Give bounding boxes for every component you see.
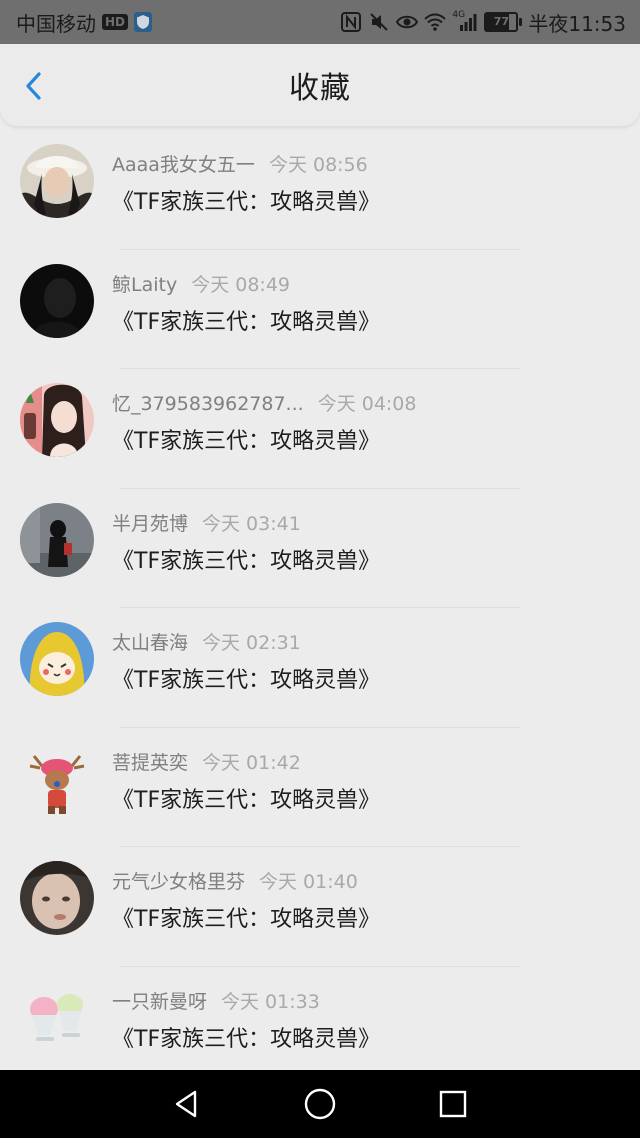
list-item[interactable]: 元气少女格里芬 今天 01:40 《TF家族三代：攻略灵兽》 <box>0 847 640 967</box>
list-item[interactable]: 太山春海 今天 02:31 《TF家族三代：攻略灵兽》 <box>0 608 640 728</box>
screen: 中国移动 HD 4G 77 半夜11:53 收藏 Aaaa我女女五一 今天 08… <box>0 0 640 1138</box>
item-title[interactable]: 《TF家族三代：攻略灵兽》 <box>112 543 380 575</box>
avatar[interactable] <box>20 980 94 1055</box>
back-button[interactable] <box>18 70 50 102</box>
item-meta: 鲸Laity 今天 08:49 <box>112 270 290 297</box>
nav-home-button[interactable] <box>300 1084 340 1124</box>
status-bar: 中国移动 HD 4G 77 半夜11:53 <box>0 0 640 44</box>
username[interactable]: 忆_379583962787... <box>112 393 304 415</box>
avatar[interactable] <box>20 383 94 457</box>
item-title[interactable]: 《TF家族三代：攻略灵兽》 <box>112 304 380 336</box>
shield-icon <box>134 12 153 32</box>
username[interactable]: Aaaa我女女五一 <box>112 154 255 176</box>
item-meta: Aaaa我女女五一 今天 08:56 <box>112 150 368 177</box>
circle-home-icon <box>304 1088 336 1120</box>
nav-header: 收藏 <box>0 44 640 126</box>
list-item[interactable]: 半月苑博 今天 03:41 《TF家族三代：攻略灵兽》 <box>0 489 640 608</box>
item-meta: 一只新曼呀 今天 01:33 <box>112 987 320 1014</box>
timestamp: 今天 01:40 <box>259 871 358 893</box>
item-title[interactable]: 《TF家族三代：攻略灵兽》 <box>112 782 380 814</box>
list-item[interactable]: 鲸Laity 今天 08:49 《TF家族三代：攻略灵兽》 <box>0 250 640 369</box>
avatar[interactable] <box>20 622 94 696</box>
timestamp: 今天 01:42 <box>202 751 301 774</box>
clock: 半夜11:53 <box>528 11 626 36</box>
username[interactable]: 鲸Laity <box>112 274 177 296</box>
chevron-left-icon <box>26 72 41 100</box>
hd-badge: HD <box>102 14 129 30</box>
timestamp: 今天 08:56 <box>268 154 368 176</box>
carrier-label: 中国移动 <box>16 11 96 36</box>
list-item[interactable]: 一只新曼呀 今天 01:33 《TF家族三代：攻略灵兽》 <box>0 967 640 1087</box>
username[interactable]: 太山春海 <box>112 632 188 654</box>
mute-icon <box>370 13 389 31</box>
timestamp: 今天 08:49 <box>191 273 290 296</box>
avatar[interactable] <box>20 263 94 338</box>
list-item[interactable]: 菩提英奕 今天 01:42 《TF家族三代：攻略灵兽》 <box>0 728 640 847</box>
item-title[interactable]: 《TF家族三代：攻略灵兽》 <box>112 901 380 933</box>
battery-icon: 77 <box>484 12 523 32</box>
item-meta: 太山春海 今天 02:31 <box>112 628 301 655</box>
item-meta: 菩提英奕 今天 01:42 <box>112 748 301 775</box>
avatar[interactable] <box>20 144 94 218</box>
timestamp: 今天 01:33 <box>221 990 320 1013</box>
timestamp: 今天 02:31 <box>202 632 301 654</box>
favorites-list: Aaaa我女女五一 今天 08:56 《TF家族三代：攻略灵兽》 鲸Laity 今天… <box>0 130 640 1086</box>
page-title: 收藏 <box>289 71 351 106</box>
battery-level: 77 <box>484 12 519 32</box>
timestamp: 今天 04:08 <box>317 393 417 415</box>
item-title[interactable]: 《TF家族三代：攻略灵兽》 <box>112 662 380 694</box>
item-meta: 元气少女格里芬 今天 01:40 <box>112 867 358 894</box>
avatar[interactable] <box>20 502 94 577</box>
timestamp: 今天 03:41 <box>202 512 301 535</box>
list-item[interactable]: 忆_379583962787... 今天 04:08 《TF家族三代：攻略灵兽》 <box>0 369 640 489</box>
username[interactable]: 一只新曼呀 <box>112 991 207 1013</box>
nav-recents-button[interactable] <box>433 1084 473 1124</box>
nfc-icon <box>341 12 362 32</box>
wifi-icon <box>424 13 447 31</box>
avatar[interactable] <box>20 741 94 816</box>
item-title[interactable]: 《TF家族三代：攻略灵兽》 <box>112 184 380 216</box>
nav-back-button[interactable] <box>167 1084 207 1124</box>
item-title[interactable]: 《TF家族三代：攻略灵兽》 <box>112 1021 380 1053</box>
network-label: 4G <box>452 10 466 20</box>
triangle-back-icon <box>175 1090 196 1118</box>
square-recents-icon <box>440 1090 467 1118</box>
signal-icon: 4G <box>452 10 478 33</box>
item-title[interactable]: 《TF家族三代：攻略灵兽》 <box>112 423 380 455</box>
username[interactable]: 菩提英奕 <box>112 752 188 774</box>
status-right: 4G 77 半夜11:53 <box>340 8 626 37</box>
item-meta: 忆_379583962787... 今天 04:08 <box>112 389 416 416</box>
list-item[interactable]: Aaaa我女女五一 今天 08:56 《TF家族三代：攻略灵兽》 <box>0 130 640 250</box>
system-nav-bar <box>0 1070 640 1138</box>
username[interactable]: 半月苑博 <box>112 513 188 535</box>
avatar[interactable] <box>20 861 94 935</box>
eye-icon <box>396 15 419 29</box>
status-left: 中国移动 HD <box>16 8 153 37</box>
item-meta: 半月苑博 今天 03:41 <box>112 509 301 536</box>
username[interactable]: 元气少女格里芬 <box>112 871 245 893</box>
